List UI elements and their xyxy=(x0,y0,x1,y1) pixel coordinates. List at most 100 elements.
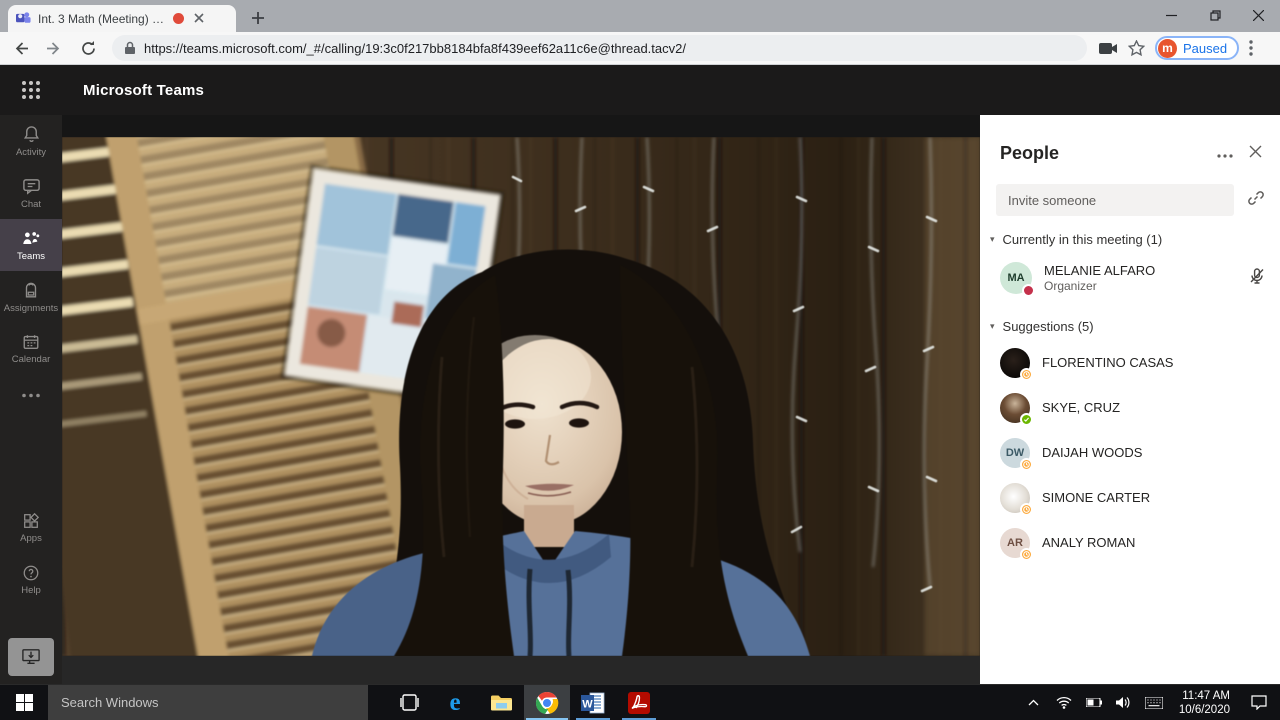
rail-item-chat[interactable]: Chat xyxy=(0,167,62,219)
people-more-options-icon[interactable] xyxy=(1217,145,1233,163)
rail-label: Teams xyxy=(17,250,45,262)
word-icon: W xyxy=(581,692,605,713)
address-bar[interactable]: https://teams.microsoft.com/_#/calling/1… xyxy=(112,35,1087,61)
participant-name: ANALY ROMAN xyxy=(1042,535,1136,550)
participant-name: MELANIE ALFARO xyxy=(1044,263,1156,278)
rail-item-teams[interactable]: Teams xyxy=(0,219,62,271)
folder-icon xyxy=(490,695,512,710)
status-busy-icon xyxy=(1022,284,1035,297)
section-suggestions[interactable]: ▾ Suggestions (5) xyxy=(980,303,1280,340)
rail-label: Help xyxy=(21,585,41,596)
start-button[interactable] xyxy=(0,685,48,720)
participant-name: SIMONE CARTER xyxy=(1042,490,1151,505)
status-available-icon xyxy=(1020,412,1033,426)
tray-chevron-up-icon[interactable] xyxy=(1019,699,1049,706)
participant-name: SKYE, CRUZ xyxy=(1042,400,1121,415)
url-text: https://teams.microsoft.com/_#/calling/1… xyxy=(144,40,686,56)
avatar-initials: MA xyxy=(1007,272,1025,284)
participant-row[interactable]: MA MELANIE ALFARO Organizer xyxy=(980,253,1280,303)
rail-more-apps-icon[interactable] xyxy=(0,375,62,415)
avatar: AR xyxy=(1000,527,1033,561)
teams-left-rail: Activity Chat Teams Assignments Calendar… xyxy=(0,115,62,684)
teams-favicon xyxy=(16,12,31,23)
status-away-icon xyxy=(1020,502,1033,516)
app-title: Microsoft Teams xyxy=(83,81,205,99)
browser-tab[interactable]: Int. 3 Math (Meeting) | Micro xyxy=(8,5,236,32)
screen: Int. 3 Math (Meeting) | Micro xyxy=(0,0,1280,720)
task-view-icon xyxy=(399,694,419,711)
lock-icon xyxy=(125,41,135,54)
app-launcher-icon[interactable] xyxy=(0,81,62,99)
avatar-photo xyxy=(1000,347,1033,381)
rail-label: Chat xyxy=(20,198,42,210)
back-icon[interactable] xyxy=(6,34,34,62)
help-icon xyxy=(23,565,39,581)
status-away-icon xyxy=(1020,457,1033,471)
action-center-icon[interactable] xyxy=(1238,695,1280,710)
people-close-icon[interactable] xyxy=(1249,145,1262,163)
rail-item-help[interactable]: Help xyxy=(0,554,62,606)
apps-icon xyxy=(24,512,40,528)
avatar-initials: DW xyxy=(1005,446,1025,459)
taskbar-clock[interactable]: 11:47 AM 10/6/2020 xyxy=(1169,689,1238,717)
volume-icon[interactable] xyxy=(1109,696,1139,709)
section-currently-in-meeting[interactable]: ▾ Currently in this meeting (1) xyxy=(980,216,1280,253)
window-restore-button[interactable] xyxy=(1193,0,1237,30)
forward-icon[interactable] xyxy=(40,34,68,62)
participant-row[interactable]: AR ANALY ROMAN xyxy=(980,520,1280,565)
touch-keyboard-icon[interactable] xyxy=(1139,696,1169,709)
download-desktop-app-button[interactable] xyxy=(8,638,54,676)
chat-icon xyxy=(22,178,40,195)
participant-row[interactable]: SIMONE CARTER xyxy=(980,475,1280,520)
profile-letter-avatar: m xyxy=(1158,38,1177,58)
rail-label: Apps xyxy=(20,533,42,544)
window-minimize-button[interactable] xyxy=(1149,0,1193,30)
window-close-button[interactable] xyxy=(1236,0,1280,30)
chrome-button[interactable] xyxy=(524,685,570,720)
edge-button[interactable]: e xyxy=(432,685,478,720)
participant-row[interactable]: SKYE, CRUZ xyxy=(980,385,1280,430)
download-desktop-icon xyxy=(22,649,40,664)
rail-item-activity[interactable]: Activity xyxy=(0,115,62,167)
acrobat-button[interactable] xyxy=(616,685,662,720)
chrome-icon xyxy=(535,691,559,714)
participant-row[interactable]: DW DAIJAH WOODS xyxy=(980,430,1280,475)
recording-indicator-icon xyxy=(173,13,184,24)
taskbar-search-input[interactable] xyxy=(61,695,355,710)
acrobat-icon xyxy=(628,691,650,714)
rail-item-assignments[interactable]: Assignments xyxy=(0,271,62,323)
participant-row[interactable]: FLORENTINO CASAS xyxy=(980,340,1280,385)
avatar: MA xyxy=(1000,262,1035,297)
browser-menu-icon[interactable] xyxy=(1249,40,1253,56)
avatar-photo xyxy=(1000,482,1033,516)
browser-tab-strip: Int. 3 Math (Meeting) | Micro xyxy=(0,0,1280,32)
extension-paused-chip[interactable]: m Paused xyxy=(1155,36,1240,60)
rail-label: Activity xyxy=(15,146,47,158)
copy-join-link-icon[interactable] xyxy=(1246,188,1266,213)
camera-icon[interactable] xyxy=(1099,42,1118,55)
chevron-down-icon: ▾ xyxy=(990,234,995,244)
avatar-photo xyxy=(1000,392,1033,426)
clock-time: 11:47 AM xyxy=(1182,689,1230,702)
file-explorer-button[interactable] xyxy=(478,685,524,720)
participant-video xyxy=(62,137,980,656)
mic-muted-icon xyxy=(1248,267,1266,290)
participant-role: Organizer xyxy=(1044,279,1097,293)
tab-close-icon[interactable] xyxy=(191,11,207,27)
invite-someone-input[interactable] xyxy=(996,184,1234,216)
rail-item-apps[interactable]: Apps xyxy=(0,502,62,554)
reload-icon[interactable] xyxy=(74,34,102,62)
avatar-initials: AR xyxy=(1007,536,1023,549)
new-tab-button[interactable] xyxy=(248,8,268,28)
rail-item-calendar[interactable]: Calendar xyxy=(0,323,62,375)
battery-icon[interactable] xyxy=(1079,698,1109,707)
bookmark-star-icon[interactable] xyxy=(1128,39,1145,57)
word-button[interactable]: W xyxy=(570,685,616,720)
windows-taskbar: e W xyxy=(0,684,1280,720)
wifi-icon[interactable] xyxy=(1049,696,1079,709)
windows-logo-icon xyxy=(15,694,33,711)
backpack-icon xyxy=(25,282,37,297)
people-panel: People ▾ Currently in this meeting (1) xyxy=(980,115,1280,684)
taskbar-search-box[interactable] xyxy=(48,685,368,720)
task-view-button[interactable] xyxy=(386,685,432,720)
